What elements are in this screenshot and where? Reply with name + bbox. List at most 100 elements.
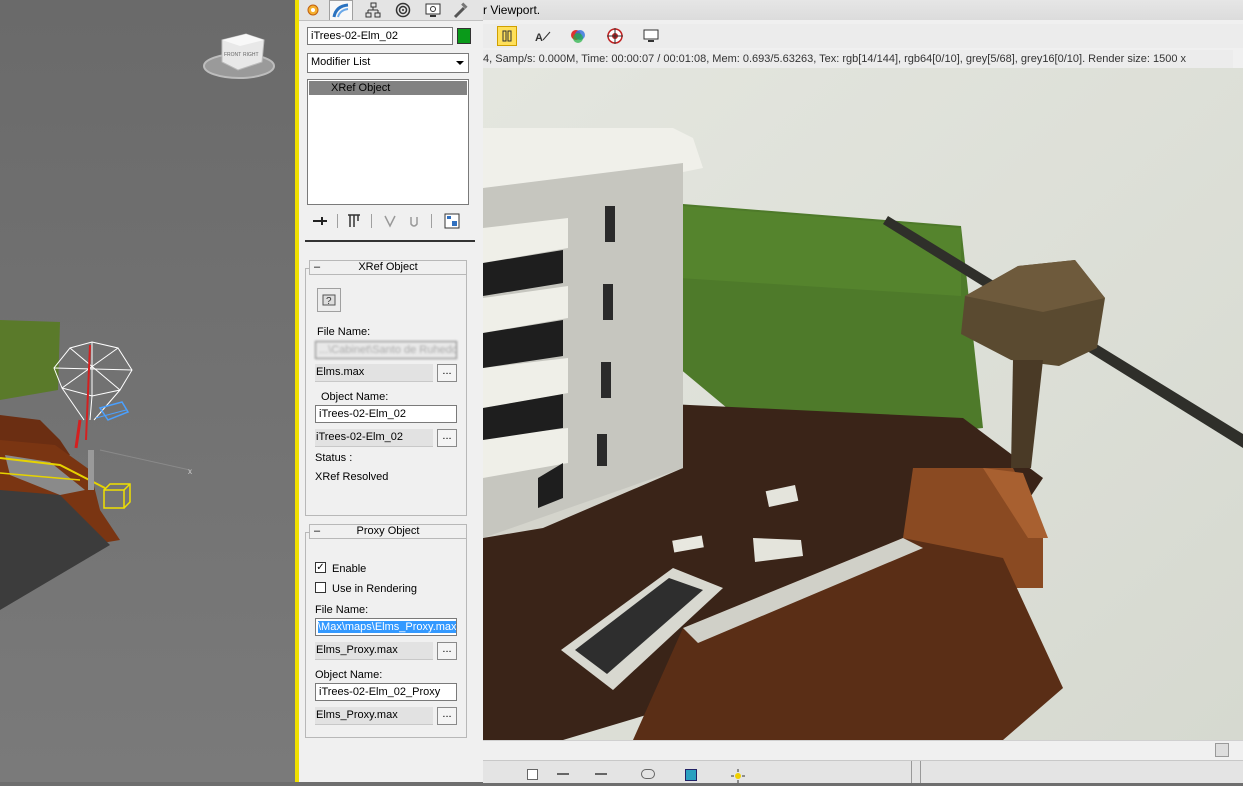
modifier-list-dropdown[interactable]: Modifier List [307,53,469,73]
proxy-object-browse-button[interactable]: ... [437,707,457,725]
utilities-tab[interactable] [449,0,473,20]
bottom-divider [911,761,921,783]
render-region-button[interactable]: A [533,26,553,46]
pause-render-button[interactable] [497,26,517,46]
command-panel: iTrees-02-Elm_02 Modifier List XRef Obje… [295,0,483,782]
render-scrollbar[interactable] [483,740,1243,759]
render-image [483,68,1243,740]
help-icon: ? [322,294,336,307]
hierarchy-icon [365,2,381,18]
color-channels-icon [571,30,585,43]
modify-tab[interactable] [329,0,353,20]
bottom-dash-icon [595,773,607,775]
color-swatch-icon[interactable] [685,769,697,781]
chevron-down-icon [456,61,464,65]
xref-object-name-value: iTrees-02-Elm_02 [315,429,433,447]
remove-modifier-button[interactable] [405,212,423,230]
remove-modifier-icon [410,217,418,227]
modifier-list-label: Modifier List [311,56,371,68]
viewcube-right-label: RIGHT [243,52,259,58]
viewport-axis-label: x [188,467,192,476]
motion-tab[interactable] [391,0,415,20]
proxy-object-name-label: Object Name: [315,669,383,681]
hierarchy-tab[interactable] [361,0,385,20]
modifier-stack[interactable]: XRef Object [307,79,469,205]
viewcube-front-label: FRONT [224,52,241,58]
proxy-object-rollout-header[interactable]: – Proxy Object [309,524,467,539]
xref-help-button[interactable]: ? [317,288,341,312]
configure-icon [444,213,460,229]
object-name-field[interactable]: iTrees-02-Elm_02 [307,27,453,45]
light-icon[interactable] [731,769,745,783]
utilities-icon [453,2,468,19]
motion-icon [395,2,411,18]
use-in-rendering-checkbox[interactable] [315,582,326,593]
xref-file-name-value: Elms.max [315,364,433,382]
render-toolbar [483,24,1243,48]
bottom-dash-icon [557,773,569,775]
svg-text:A: A [535,32,543,43]
separator [337,214,338,228]
proxy-file-path-selection: \Max\maps\Elms_Proxy.max [318,621,457,633]
command-panel-tabs [299,0,483,21]
render-window-title: r Viewport. [483,3,541,17]
xref-status-value: XRef Resolved [315,471,389,483]
pin-stack-button[interactable] [311,212,329,230]
proxy-object-title: Proxy Object [356,525,420,537]
scrollbar-thumb[interactable] [1215,743,1229,757]
proxy-file-browse-button[interactable]: ... [437,642,457,660]
stack-item-xref-object[interactable]: XRef Object [309,81,467,95]
proxy-object-name-value: Elms_Proxy.max [315,707,433,725]
proxy-file-name-label: File Name: [315,604,369,616]
teapot-icon[interactable] [641,769,655,779]
proxy-file-name-value: Elms_Proxy.max [315,642,433,660]
panel-divider [305,240,475,242]
create-tab[interactable] [301,0,325,20]
make-unique-button[interactable] [381,212,399,230]
create-icon [307,4,319,16]
proxy-object-name-field[interactable]: iTrees-02-Elm_02_Proxy [315,683,457,701]
display-tab[interactable] [421,0,445,20]
xref-status-label: Status : [315,452,353,464]
pin-icon [313,217,327,225]
render-status-bar: 4, Samp/s: 0.000M, Time: 00:00:07 / 00:0… [483,50,1233,68]
bottom-checkbox[interactable] [527,769,538,780]
pause-icon [502,30,512,42]
xref-file-browse-button[interactable]: ... [437,364,457,382]
viewport-scene: x FRONT RIGHT [0,33,275,610]
xref-object-name-label: Object Name: [321,391,389,403]
render-window-titlebar[interactable]: r Viewport. [483,0,1243,20]
render-bottom-bar [483,760,1243,783]
track-mouse-button[interactable] [605,26,625,46]
xref-file-name-label: File Name: [317,326,371,338]
perspective-viewport[interactable]: x FRONT RIGHT [0,0,295,782]
svg-text:?: ? [326,296,332,307]
monitor-icon [643,29,659,42]
rendered-scene [483,68,1243,740]
use-in-rendering-label: Use in Rendering [332,583,417,595]
show-end-result-button[interactable] [345,212,363,230]
make-unique-icon [384,215,396,228]
collapse-icon: – [314,525,321,537]
show-end-result-icon [348,214,360,227]
xref-object-browse-button[interactable]: ... [437,429,457,447]
xref-object-name-field[interactable]: iTrees-02-Elm_02 [315,405,457,423]
target-icon [607,28,623,44]
xref-object-rollout-header[interactable]: – XRef Object [309,260,467,275]
enable-checkbox[interactable]: ✓ [315,562,326,573]
display-settings-button[interactable] [641,26,661,46]
proxy-file-path-field[interactable]: \Max\maps\Elms_Proxy.max [315,618,457,636]
collapse-icon: – [314,261,321,273]
enable-label: Enable [332,563,367,575]
xref-object-title: XRef Object [358,261,418,273]
xref-file-path-field[interactable]: ...\Cabinet\Santo de Ruhedo [315,341,457,359]
configure-modifier-sets-button[interactable] [443,212,461,230]
display-icon [425,3,441,17]
separator [371,214,372,228]
object-color-swatch[interactable] [457,28,471,44]
separator [431,214,432,228]
render-region-icon: A [535,31,551,43]
modify-icon [332,3,349,17]
render-window: r Viewport. A 4, Samp/s: 0.000M, Time: 0… [483,0,1243,783]
color-channels-button[interactable] [568,26,588,46]
